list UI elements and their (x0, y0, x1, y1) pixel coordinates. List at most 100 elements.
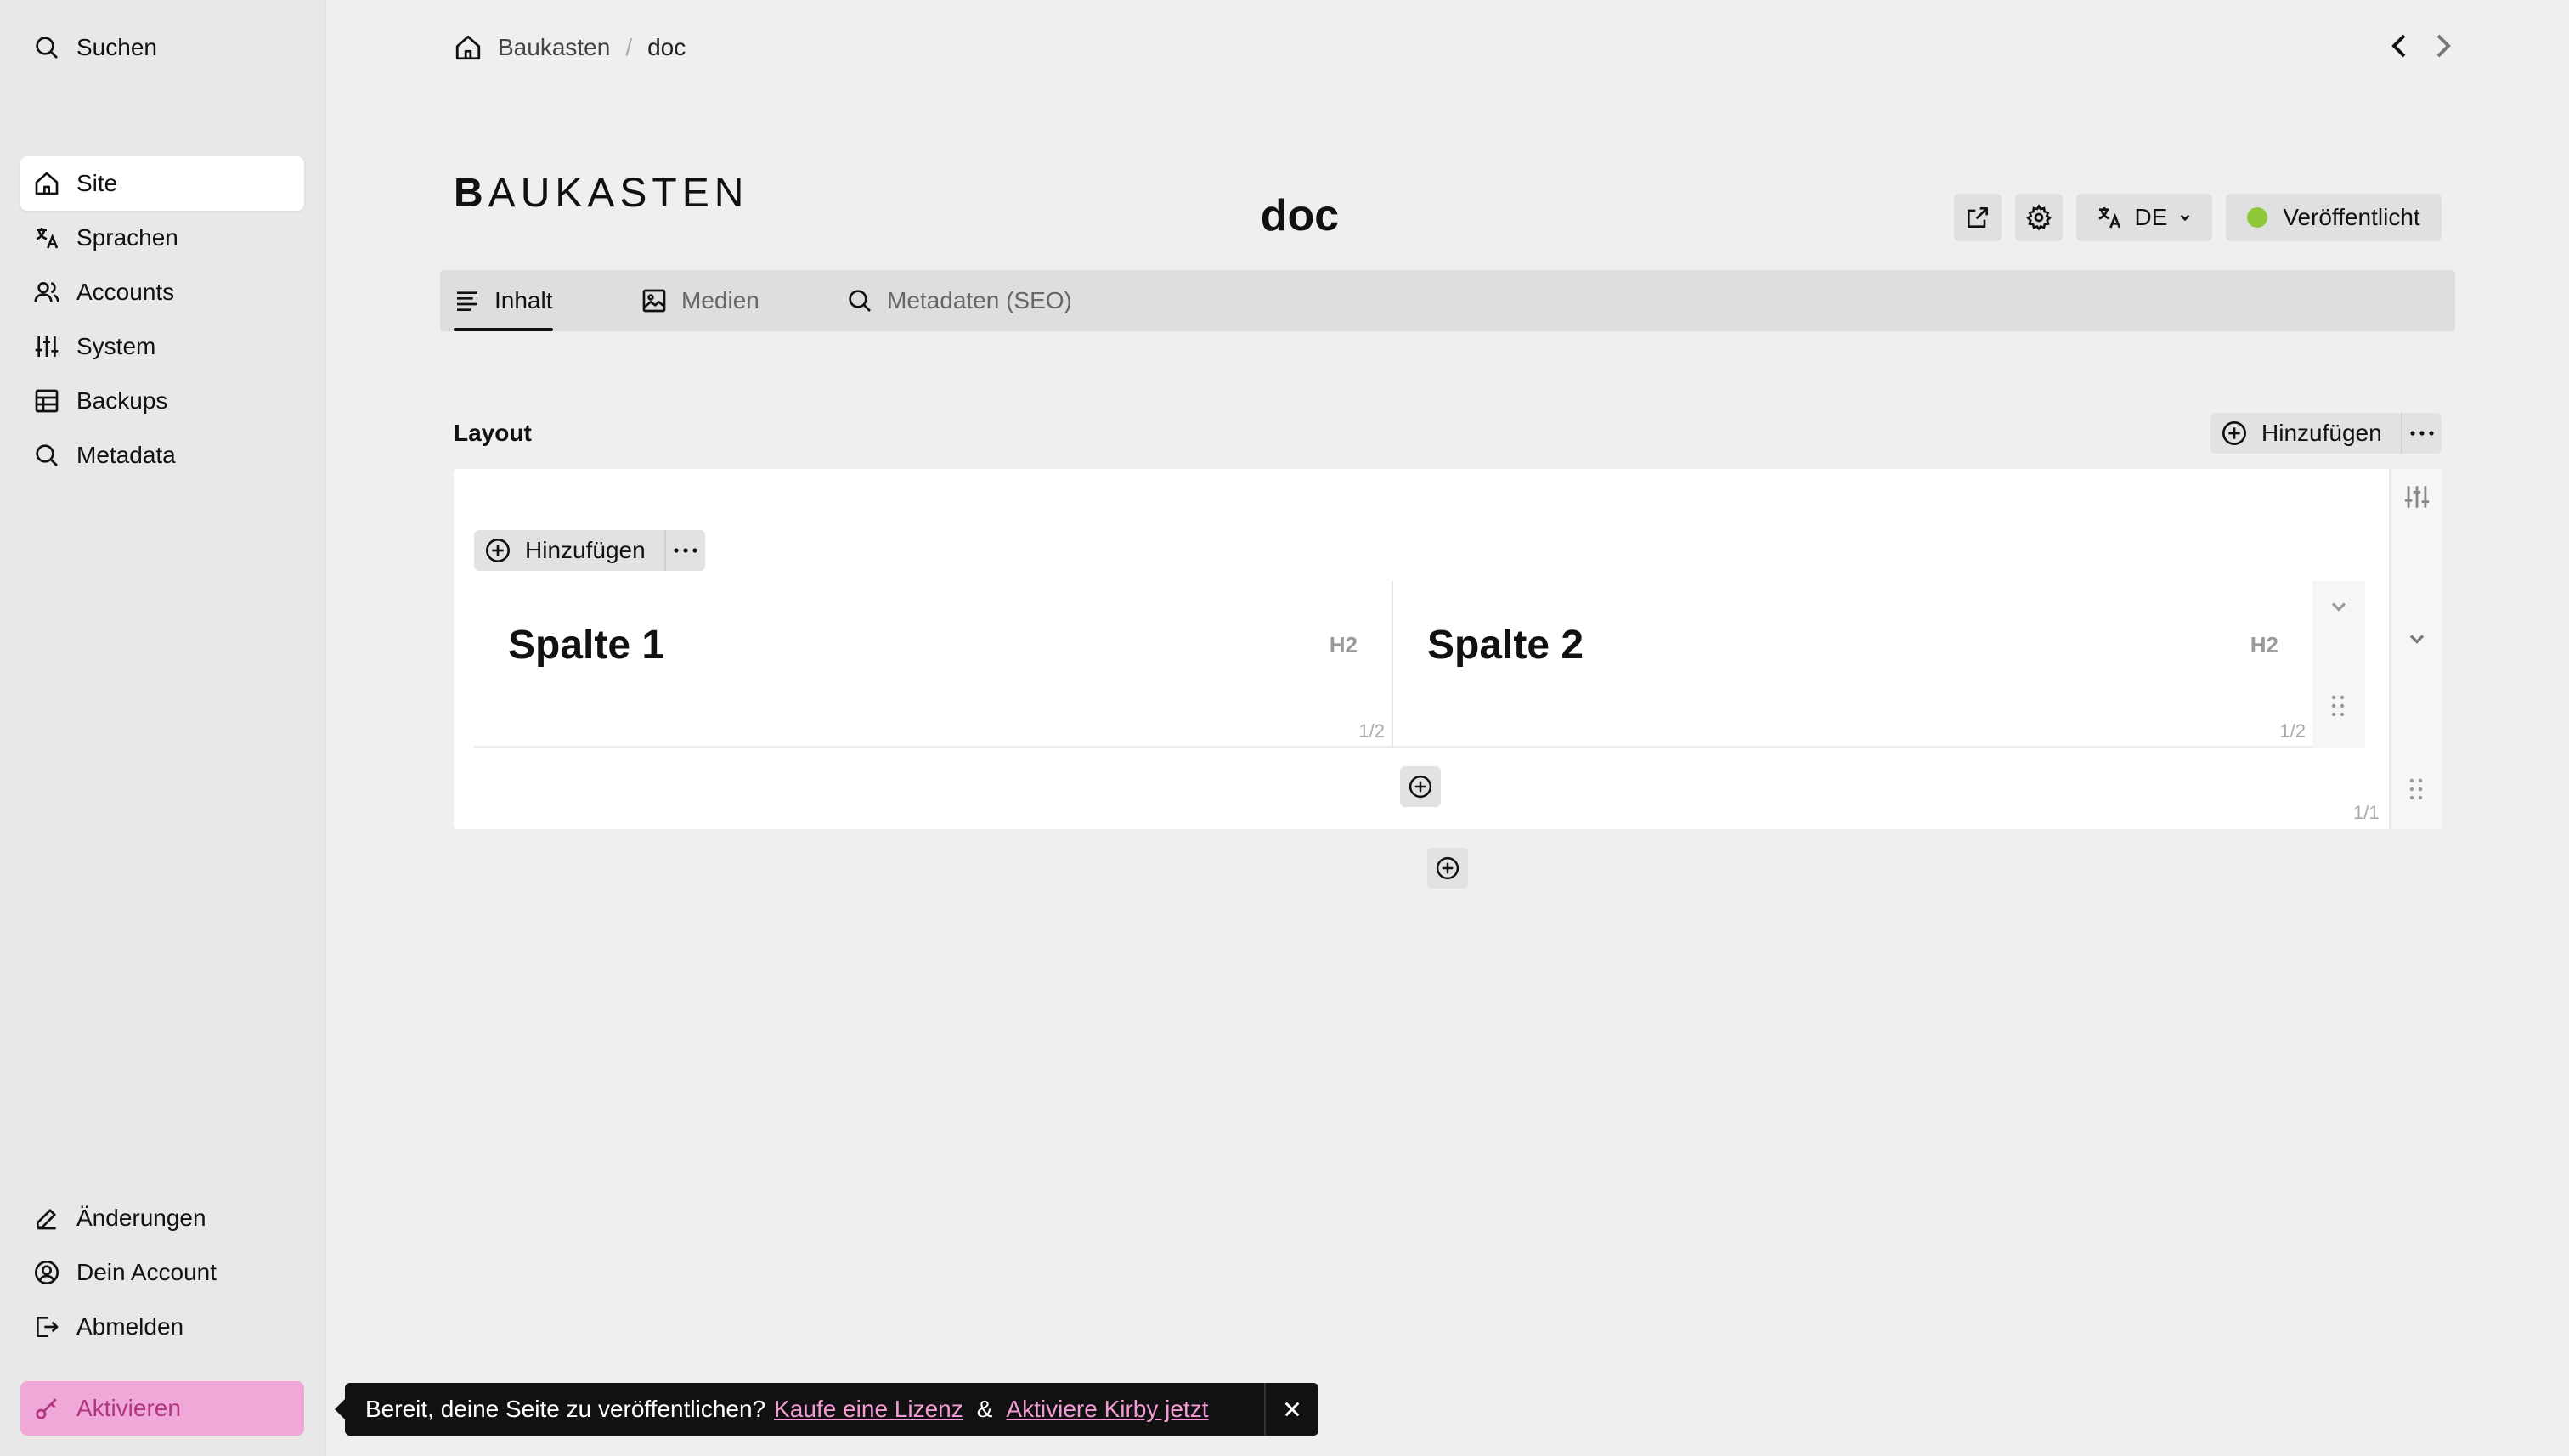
gear-icon (2025, 204, 2052, 231)
search-icon (32, 33, 61, 62)
plus-circle-icon (2221, 420, 2248, 447)
heading-block[interactable]: Spalte 1 (508, 622, 664, 669)
status-dot-icon (2247, 207, 2268, 228)
tab-inhalt[interactable]: Inhalt (454, 270, 553, 331)
tab-bar: Inhalt Medien Metadaten (SEO) (440, 270, 2455, 331)
settings-button[interactable] (2015, 194, 2063, 241)
language-dropdown[interactable]: DE (2076, 194, 2212, 241)
open-preview-button[interactable] (1954, 194, 2002, 241)
dots-icon (2409, 430, 2435, 437)
status-label: Veröffentlicht (2283, 204, 2420, 230)
search-button[interactable]: Suchen (20, 20, 304, 75)
add-layout-button[interactable]: Hinzufügen (2210, 413, 2401, 454)
page-navigation (2389, 31, 2453, 61)
sidebar-item-label: Metadata (76, 442, 176, 468)
sidebar-item-site[interactable]: Site (20, 156, 304, 211)
tab-label: Medien (681, 287, 759, 313)
pencil-icon (32, 1204, 61, 1233)
sidebar-item-backups[interactable]: Backups (20, 374, 304, 428)
add-block-button[interactable]: Hinzufügen (474, 530, 664, 571)
column-width-label: 1/2 (1358, 720, 1385, 742)
sidebar: Suchen Site Sprachen Accounts System Bac… (0, 0, 326, 1456)
text-lines-icon (454, 287, 481, 314)
sidebar-item-label: Dein Account (76, 1259, 217, 1285)
layout-field-label: Layout (454, 420, 532, 446)
plus-circle-icon (484, 537, 511, 564)
logout-icon (32, 1312, 61, 1341)
banner-close-button[interactable] (1264, 1383, 1318, 1436)
sidebar-item-logout[interactable]: Abmelden (20, 1300, 304, 1354)
plus-circle-icon (1408, 774, 1433, 799)
brand-logo: BAUKASTEN (454, 171, 749, 216)
sidebar-item-label: Abmelden (76, 1313, 184, 1340)
account-icon (32, 1258, 61, 1287)
activate-button[interactable]: Aktivieren (20, 1381, 304, 1436)
drag-handle-icon[interactable] (2408, 776, 2425, 802)
sidebar-item-metadata[interactable]: Metadata (20, 428, 304, 483)
chevron-down-icon[interactable] (2405, 627, 2429, 651)
add-label: Hinzufügen (525, 537, 646, 563)
sidebar-item-label: Backups (76, 387, 168, 414)
plus-circle-icon (1435, 855, 1460, 881)
more-options-button[interactable] (2401, 413, 2442, 454)
dots-icon (673, 547, 698, 554)
activate-label: Aktivieren (76, 1395, 181, 1421)
breadcrumb-home[interactable]: Baukasten (498, 34, 610, 61)
heading-block[interactable]: Spalte 2 (1427, 622, 1584, 669)
tab-metadaten[interactable]: Metadaten (SEO) (846, 270, 1072, 331)
key-icon (32, 1394, 61, 1423)
search-icon (32, 441, 61, 470)
column-1[interactable]: Spalte 1 H2 1/2 (474, 581, 1393, 748)
breadcrumb: Baukasten / doc (454, 27, 686, 68)
chevron-down-icon (2177, 210, 2193, 225)
heading-level-tag[interactable]: H2 (1330, 632, 1358, 658)
add-row-button[interactable] (1400, 766, 1441, 807)
license-banner: Bereit, deine Seite zu veröffentlichen? … (335, 1383, 1318, 1436)
status-button[interactable]: Veröffentlicht (2226, 194, 2442, 241)
sliders-icon[interactable] (2402, 483, 2431, 511)
drag-handle-icon[interactable] (2329, 693, 2346, 719)
breadcrumb-separator: / (625, 34, 633, 60)
search-label: Suchen (76, 34, 157, 60)
home-icon[interactable] (454, 33, 483, 62)
settings-sliders-icon (32, 332, 61, 361)
sidebar-item-label: System (76, 333, 156, 359)
sidebar-item-account[interactable]: Dein Account (20, 1245, 304, 1300)
activate-kirby-link[interactable]: Aktiviere Kirby jetzt (1006, 1396, 1208, 1423)
close-icon (1283, 1400, 1301, 1419)
column-2[interactable]: Spalte 2 H2 1/2 (1393, 581, 2312, 748)
column-add-button-group: Hinzufügen (474, 530, 705, 571)
heading-level-tag[interactable]: H2 (2250, 632, 2278, 658)
sidebar-item-label: Accounts (76, 279, 175, 305)
chevron-left-icon[interactable] (2389, 31, 2409, 61)
banner-text: Bereit, deine Seite zu veröffentlichen? (365, 1396, 766, 1422)
sidebar-item-accounts[interactable]: Accounts (20, 265, 304, 319)
sidebar-item-label: Sprachen (76, 224, 178, 251)
sidebar-item-label: Site (76, 170, 118, 196)
add-label: Hinzufügen (2261, 420, 2382, 446)
tab-label: Inhalt (494, 287, 553, 313)
translate-icon (2096, 204, 2123, 231)
more-options-button[interactable] (664, 530, 705, 571)
sidebar-item-sprachen[interactable]: Sprachen (20, 211, 304, 265)
banner-ampersand: & (976, 1396, 993, 1422)
sidebar-item-changes[interactable]: Änderungen (20, 1191, 304, 1245)
chevron-right-icon[interactable] (2433, 31, 2453, 61)
layout-add-button-group: Hinzufügen (2210, 413, 2442, 454)
add-layout-below-button[interactable] (1427, 848, 1468, 889)
layout-row: Spalte 1 H2 1/2 Spalte 2 H2 1/2 (474, 581, 2365, 748)
chevron-down-icon[interactable] (2327, 595, 2351, 618)
page-title: doc (1260, 191, 1340, 240)
breadcrumb-current[interactable]: doc (647, 34, 686, 61)
column-width-label: 1/2 (2279, 720, 2306, 742)
sidebar-item-system[interactable]: System (20, 319, 304, 374)
buy-license-link[interactable]: Kaufe eine Lizenz (774, 1396, 963, 1423)
home-icon (32, 169, 61, 198)
block-toolbar (2312, 581, 2365, 748)
image-icon (641, 287, 668, 314)
tab-medien[interactable]: Medien (641, 270, 759, 331)
translate-icon (32, 223, 61, 252)
users-icon (32, 278, 61, 307)
sidebar-item-label: Änderungen (76, 1205, 206, 1231)
external-link-icon (1964, 204, 1991, 231)
